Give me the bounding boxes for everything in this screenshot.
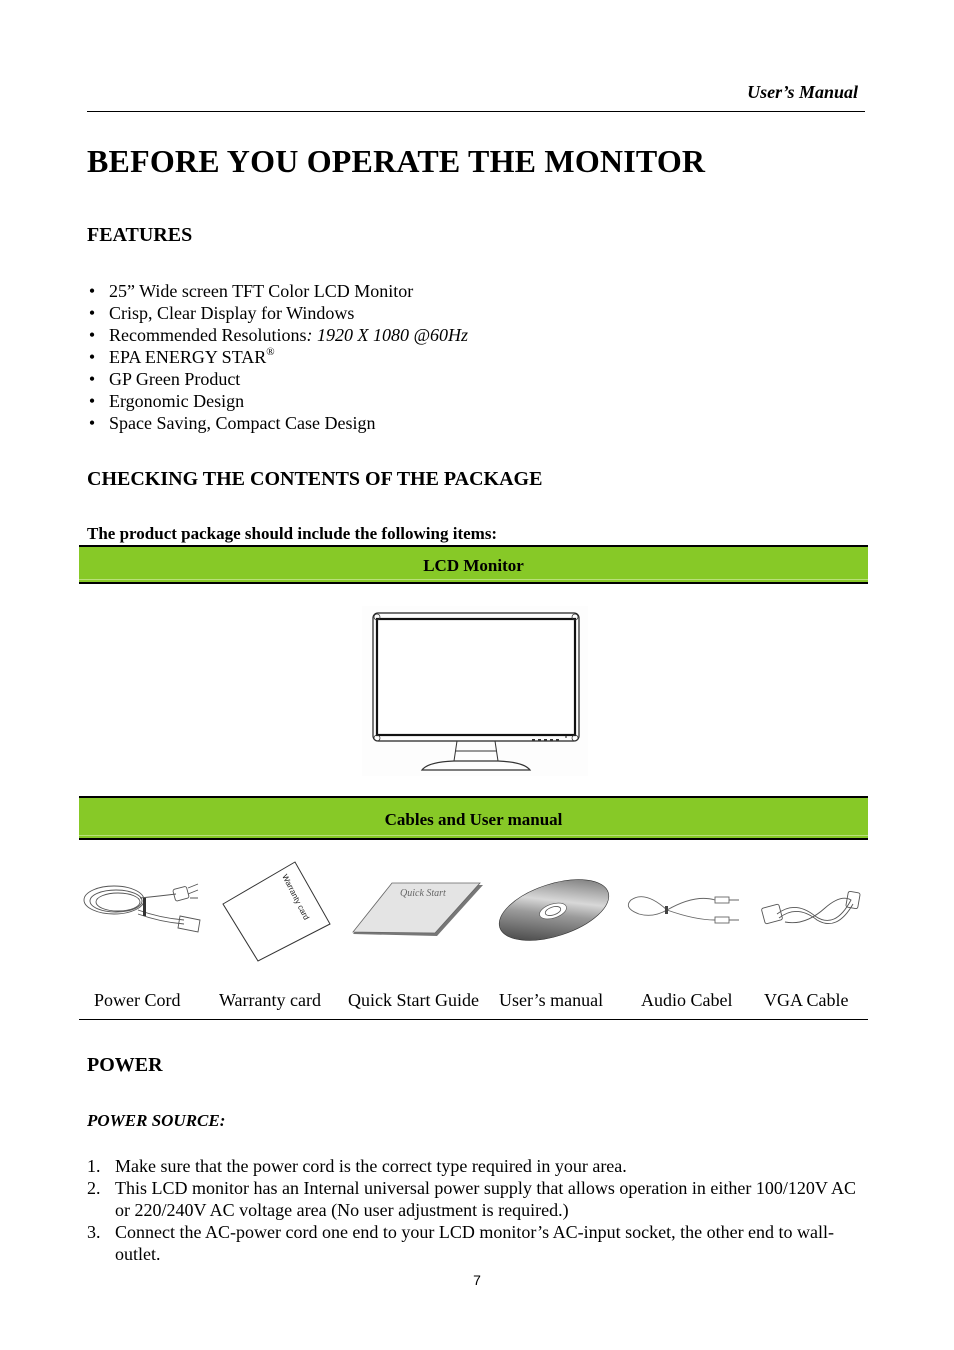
lcd-monitor-icon [362, 606, 588, 776]
feature-text: GP Green Product [109, 369, 241, 389]
power-source-subheading: POWER SOURCE: [87, 1111, 226, 1130]
warranty-card-icon: Warranty card [222, 861, 331, 962]
control-button [532, 739, 535, 741]
cord-tie [143, 898, 146, 916]
power-heading: POWER [87, 1054, 163, 1076]
step-number: 2. [87, 1178, 101, 1198]
cd-disc-icon [498, 879, 610, 941]
registered-mark: ® [266, 346, 275, 358]
item-label-warranty-card: Warranty card [219, 990, 321, 1010]
power-steps-list: 1. Make sure that the power cord is the … [87, 1155, 867, 1265]
control-button [544, 739, 547, 741]
feature-text: Crisp, Clear Display for Windows [109, 303, 355, 323]
bullet-icon: • [88, 281, 96, 301]
cable-tie [665, 906, 668, 914]
step-number: 3. [87, 1222, 101, 1242]
bullet-icon: • [88, 413, 96, 433]
item-label-power-cord: Power Cord [94, 990, 181, 1010]
feature-text: Space Saving, Compact Case Design [109, 413, 376, 433]
page-number: 7 [473, 1272, 481, 1288]
feature-item: • 25” Wide screen TFT Color LCD Monitor [87, 280, 468, 302]
feature-text: EPA ENERGY STAR [109, 347, 267, 367]
step-text: Make sure that the power cord is the cor… [115, 1156, 627, 1176]
item-label-audio-cable: Audio Cabel [641, 990, 733, 1010]
step-text: Connect the AC-power cord one end to you… [115, 1222, 835, 1264]
audio-cable-icon [627, 896, 739, 924]
bullet-icon: • [88, 303, 96, 323]
bullet-icon: • [88, 325, 96, 345]
quick-start-guide-icon: Quick Start [352, 882, 483, 936]
feature-item: • Crisp, Clear Display for Windows [87, 302, 468, 324]
feature-text: Recommended Resolutions [109, 325, 307, 345]
section-bar-lcd-monitor: LCD Monitor [79, 545, 868, 584]
bullet-icon: • [88, 347, 96, 367]
feature-item: • Recommended Resolutions: 1920 X 1080 @… [87, 324, 468, 346]
section-bar-label: Cables and User manual [384, 810, 563, 829]
running-header: User’s Manual [747, 82, 858, 102]
monitor-screen [375, 617, 577, 737]
bullet-icon: • [88, 391, 96, 411]
page-title: BEFORE YOU OPERATE THE MONITOR [87, 143, 706, 179]
control-button [538, 739, 541, 741]
feature-item: • GP Green Product [87, 368, 468, 390]
feature-item: • EPA ENERGY STAR® [87, 346, 468, 368]
item-label-users-manual: User’s manual [499, 990, 604, 1010]
power-step: 1. Make sure that the power cord is the … [87, 1155, 867, 1177]
feature-text: Ergonomic Design [109, 391, 245, 411]
header-rule [87, 111, 865, 112]
package-intro: The product package should include the f… [87, 524, 498, 543]
step-number: 1. [87, 1156, 101, 1176]
feature-list: • 25” Wide screen TFT Color LCD Monitor … [87, 280, 468, 434]
vga-cable-icon [761, 890, 861, 925]
section-bar-cables: Cables and User manual [79, 796, 868, 840]
feature-text: 25” Wide screen TFT Color LCD Monitor [109, 281, 414, 301]
package-heading: CHECKING THE CONTENTS OF THE PACKAGE [87, 468, 543, 490]
power-step: 3. Connect the AC-power cord one end to … [87, 1221, 867, 1265]
item-label-vga-cable: VGA Cable [764, 990, 849, 1010]
power-led [565, 736, 567, 738]
feature-item: • Space Saving, Compact Case Design [87, 412, 468, 434]
item-label-quick-start-guide: Quick Start Guide [348, 990, 479, 1010]
features-heading: FEATURES [87, 224, 193, 246]
feature-item: • Ergonomic Design [87, 390, 468, 412]
control-button [556, 739, 559, 741]
package-table-bottom-rule [79, 1019, 868, 1020]
power-step: 2. This LCD monitor has an Internal univ… [87, 1177, 867, 1221]
power-cord-icon [83, 883, 201, 933]
control-button [550, 739, 553, 741]
feature-resolution-value: : 1920 X 1080 @60Hz [306, 325, 469, 345]
quick-start-printed-text: Quick Start [400, 888, 446, 899]
step-text: This LCD monitor has an Internal univers… [115, 1178, 857, 1220]
bullet-icon: • [88, 369, 96, 389]
section-bar-label: LCD Monitor [423, 556, 524, 575]
